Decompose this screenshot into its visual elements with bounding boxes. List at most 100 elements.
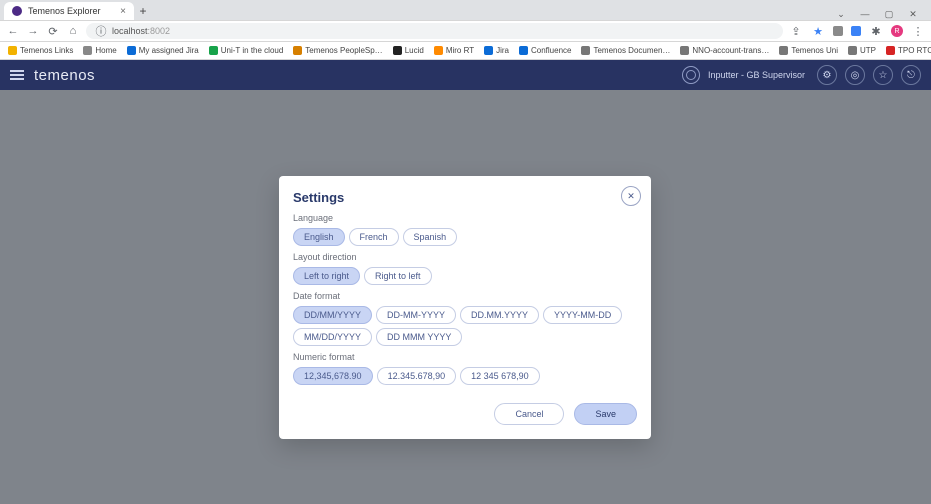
bookmark[interactable]: Home: [83, 46, 116, 55]
bookmark[interactable]: Temenos Links: [8, 46, 73, 55]
layout-segment: Left to right Right to left: [293, 267, 637, 285]
bookmark[interactable]: Temenos PeopleSp…: [293, 46, 382, 55]
tab-close-icon[interactable]: ×: [120, 6, 126, 17]
language-option-french[interactable]: French: [349, 228, 399, 246]
language-option-english[interactable]: English: [293, 228, 345, 246]
bookmark[interactable]: Uni-T in the cloud: [209, 46, 284, 55]
date-option-3[interactable]: DD.MM.YYYY: [460, 306, 539, 324]
share-icon[interactable]: ⇪: [789, 25, 803, 38]
profile-avatar[interactable]: R: [891, 25, 903, 37]
bookmark-label: Home: [95, 46, 116, 55]
bookmark-star-icon[interactable]: ★: [811, 25, 825, 38]
bookmark-label: Temenos PeopleSp…: [305, 46, 382, 55]
cancel-button[interactable]: Cancel: [494, 403, 564, 425]
language-label: Language: [293, 213, 637, 223]
bookmark[interactable]: My assigned Jira: [127, 46, 199, 55]
bookmark[interactable]: Confluence: [519, 46, 571, 55]
date-option-4[interactable]: YYYY-MM-DD: [543, 306, 622, 324]
hamburger-menu-icon[interactable]: [10, 70, 24, 80]
language-segment: English French Spanish: [293, 228, 637, 246]
extensions-icon[interactable]: ✱: [869, 25, 883, 38]
back-icon[interactable]: ←: [6, 25, 20, 37]
target-icon[interactable]: ◎: [845, 65, 865, 85]
url-port: :8002: [148, 26, 171, 36]
user-role[interactable]: Inputter - GB Supervisor: [682, 66, 805, 84]
bookmark-favicon-icon: [209, 46, 218, 55]
omnibox[interactable]: ⓘ localhost:8002: [86, 23, 783, 39]
bookmarks-bar: Temenos Links Home My assigned Jira Uni-…: [0, 42, 931, 60]
forward-icon[interactable]: →: [26, 25, 40, 37]
bookmark-label: Confluence: [531, 46, 571, 55]
bookmark-favicon-icon: [779, 46, 788, 55]
bookmark-favicon-icon: [83, 46, 92, 55]
modal-backdrop: ✕ Settings Language English French Spani…: [0, 90, 931, 504]
numeric-format-segment: 12,345,678.90 12.345.678,90 12 345 678,9…: [293, 367, 637, 385]
kebab-menu-icon[interactable]: ⋮: [911, 25, 925, 38]
date-format-label: Date format: [293, 291, 637, 301]
bookmark-favicon-icon: [293, 46, 302, 55]
bookmark-favicon-icon: [519, 46, 528, 55]
bookmark-favicon-icon: [680, 46, 689, 55]
reload-icon[interactable]: ⟳: [46, 25, 60, 38]
tab-strip: Temenos Explorer × + ⌄ — ▢ ✕: [0, 0, 931, 20]
bookmark-label: Temenos Links: [20, 46, 73, 55]
layout-option-rtl[interactable]: Right to left: [364, 267, 432, 285]
save-button[interactable]: Save: [574, 403, 637, 425]
numeric-format-label: Numeric format: [293, 352, 637, 362]
bookmark-label: TPO RTC: [898, 46, 931, 55]
bookmark-favicon-icon: [886, 46, 895, 55]
date-option-1[interactable]: DD/MM/YYYY: [293, 306, 372, 324]
bookmark[interactable]: NNO-account-trans…: [680, 46, 769, 55]
close-window-icon[interactable]: ✕: [907, 9, 919, 20]
maximize-icon[interactable]: ▢: [883, 9, 895, 20]
toolbar-right: ⇪ ★ ✱ R ⋮: [789, 25, 925, 38]
numeric-option-3[interactable]: 12 345 678,90: [460, 367, 540, 385]
bookmark-label: Temenos Documen…: [593, 46, 670, 55]
layout-label: Layout direction: [293, 252, 637, 262]
gear-icon[interactable]: ⚙: [817, 65, 837, 85]
bookmark-label: NNO-account-trans…: [692, 46, 769, 55]
bookmark-favicon-icon: [127, 46, 136, 55]
url-host: localhost: [112, 26, 148, 36]
bookmark[interactable]: UTP: [848, 46, 876, 55]
address-bar: ← → ⟳ ⌂ ⓘ localhost:8002 ⇪ ★ ✱ R ⋮: [0, 20, 931, 42]
home-icon[interactable]: ⌂: [66, 25, 80, 37]
bookmark[interactable]: Lucid: [393, 46, 424, 55]
date-option-6[interactable]: DD MMM YYYY: [376, 328, 462, 346]
extension-icon[interactable]: [833, 26, 843, 36]
star-icon[interactable]: ☆: [873, 65, 893, 85]
bookmark[interactable]: Miro RT: [434, 46, 474, 55]
bookmark[interactable]: TPO RTC: [886, 46, 931, 55]
modal-footer: Cancel Save: [293, 403, 637, 425]
browser-chrome: Temenos Explorer × + ⌄ — ▢ ✕ ← → ⟳ ⌂ ⓘ l…: [0, 0, 931, 60]
site-info-icon[interactable]: ⓘ: [94, 23, 108, 39]
layout-option-ltr[interactable]: Left to right: [293, 267, 360, 285]
window-controls: ⌄ — ▢ ✕: [835, 9, 927, 20]
bookmark-favicon-icon: [393, 46, 402, 55]
bookmark[interactable]: Temenos Uni: [779, 46, 838, 55]
header-actions: ⚙ ◎ ☆ ⎋: [817, 65, 921, 85]
bookmark-favicon-icon: [434, 46, 443, 55]
date-format-segment: DD/MM/YYYY DD-MM-YYYY DD.MM.YYYY YYYY-MM…: [293, 306, 637, 346]
user-icon: [682, 66, 700, 84]
brand-logo: temenos: [34, 67, 95, 84]
exit-icon[interactable]: ⎋: [901, 65, 921, 85]
language-option-spanish[interactable]: Spanish: [403, 228, 458, 246]
bookmark-label: Temenos Uni: [791, 46, 838, 55]
browser-tab[interactable]: Temenos Explorer ×: [4, 2, 134, 20]
bookmark[interactable]: Jira: [484, 46, 509, 55]
close-icon[interactable]: ✕: [621, 186, 641, 206]
chevron-down-icon[interactable]: ⌄: [835, 9, 847, 20]
bookmark[interactable]: Temenos Documen…: [581, 46, 670, 55]
new-tab-button[interactable]: +: [134, 2, 152, 20]
numeric-option-1[interactable]: 12,345,678.90: [293, 367, 373, 385]
user-role-label: Inputter - GB Supervisor: [708, 70, 805, 80]
extension-icon[interactable]: [851, 26, 861, 36]
numeric-option-2[interactable]: 12.345.678,90: [377, 367, 457, 385]
bookmark-label: Uni-T in the cloud: [221, 46, 284, 55]
date-option-5[interactable]: MM/DD/YYYY: [293, 328, 372, 346]
bookmark-label: Miro RT: [446, 46, 474, 55]
date-option-2[interactable]: DD-MM-YYYY: [376, 306, 456, 324]
minimize-icon[interactable]: —: [859, 9, 871, 20]
bookmark-favicon-icon: [581, 46, 590, 55]
